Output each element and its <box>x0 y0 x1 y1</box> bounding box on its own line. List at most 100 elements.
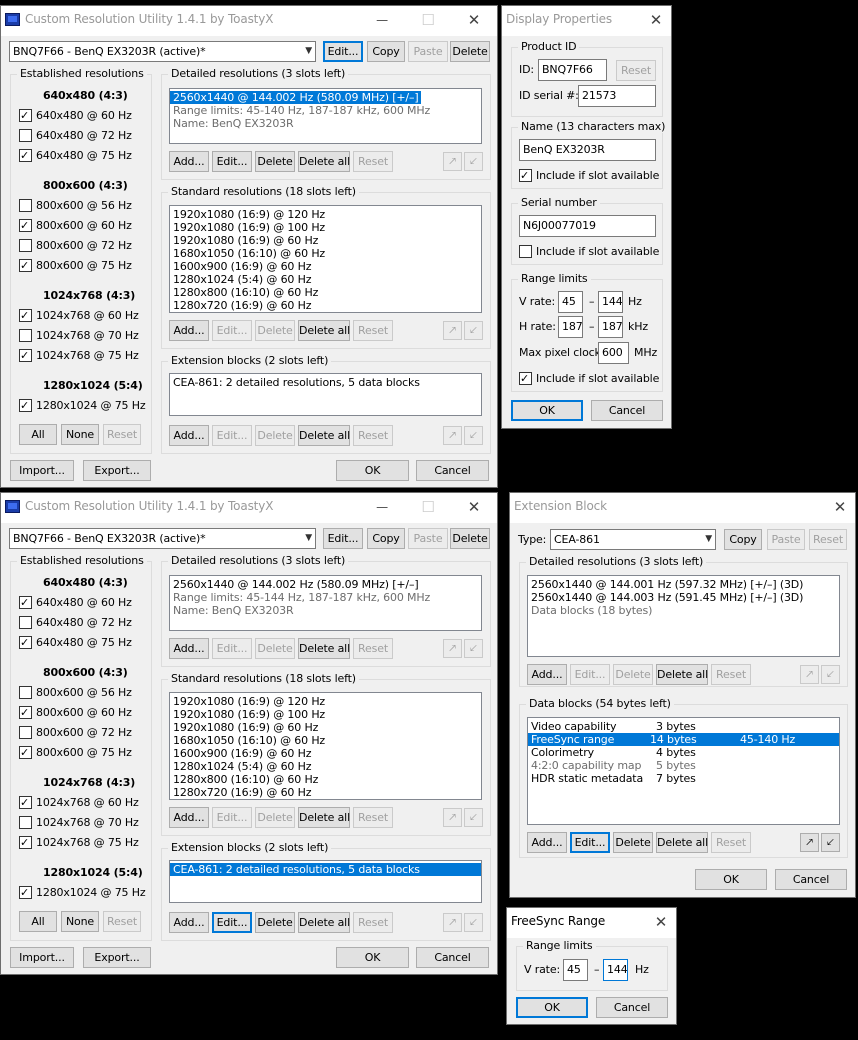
monitor-select[interactable]: BNQ7F66 - BenQ EX3203R (active)* ▼ <box>9 41 316 62</box>
name-field[interactable]: BenQ EX3203R <box>519 139 656 161</box>
established-checkbox[interactable]: 640x480 @ 60 Hz <box>19 596 132 609</box>
id-field[interactable]: BNQ7F66 <box>538 59 607 81</box>
add-extension-button[interactable]: Add... <box>169 912 209 933</box>
checkbox-box[interactable] <box>19 399 32 412</box>
established-checkbox[interactable]: 1024x768 @ 75 Hz <box>19 836 139 849</box>
move-up-icon[interactable]: 🡕 <box>800 833 819 852</box>
list-item[interactable]: CEA-861: 2 detailed resolutions, 5 data … <box>170 863 481 876</box>
edit-detailed-button[interactable]: Edit... <box>212 151 252 172</box>
v-min-field[interactable]: 45 <box>558 291 583 313</box>
delete-all-extension-button[interactable]: Delete all <box>298 425 350 446</box>
close-icon[interactable]: ✕ <box>641 8 671 32</box>
none-button[interactable]: None <box>61 424 99 445</box>
checkbox-box[interactable] <box>19 329 32 342</box>
export-button[interactable]: Export... <box>83 460 151 481</box>
ok-button[interactable]: OK <box>511 400 583 421</box>
checkbox-box[interactable] <box>519 372 532 385</box>
list-item[interactable]: 1920x1080 (16:9) @ 120 Hz <box>170 695 481 708</box>
checkbox-box[interactable] <box>19 816 32 829</box>
minimize-icon[interactable]: — <box>365 495 399 519</box>
export-button[interactable]: Export... <box>83 947 151 968</box>
checkbox-box[interactable] <box>19 239 32 252</box>
range-include-checkbox[interactable]: Include if slot available <box>519 372 659 385</box>
checkbox-box[interactable] <box>19 596 32 609</box>
checkbox-box[interactable] <box>19 259 32 272</box>
delete-all-standard-button[interactable]: Delete all <box>298 320 350 341</box>
copy-button[interactable]: Copy <box>724 529 762 550</box>
checkbox-box[interactable] <box>19 149 32 162</box>
clock-field[interactable]: 600 <box>598 342 629 364</box>
delete-all-standard-button[interactable]: Delete all <box>298 807 350 828</box>
edit-monitor-button[interactable]: Edit... <box>323 41 363 62</box>
extension-list[interactable]: CEA-861: 2 detailed resolutions, 5 data … <box>169 860 482 903</box>
type-select[interactable]: CEA-861 ▼ <box>550 529 716 550</box>
list-item[interactable]: 2560x1440 @ 144.002 Hz (580.09 MHz) [+/–… <box>170 91 422 104</box>
checkbox-box[interactable] <box>519 169 532 182</box>
data-block-row[interactable]: 4:2:0 capability map 5 bytes <box>528 759 839 772</box>
ext-detailed-list[interactable]: 2560x1440 @ 144.001 Hz (597.32 MHz) [+/–… <box>527 575 840 657</box>
established-checkbox[interactable]: 800x600 @ 60 Hz <box>19 219 132 232</box>
established-checkbox[interactable]: 800x600 @ 75 Hz <box>19 746 132 759</box>
list-item[interactable]: 1920x1080 (16:9) @ 100 Hz <box>170 708 481 721</box>
checkbox-box[interactable] <box>19 796 32 809</box>
minimize-icon[interactable]: — <box>365 8 399 32</box>
list-item[interactable]: 1600x900 (16:9) @ 60 Hz <box>170 260 481 273</box>
established-checkbox[interactable]: 800x600 @ 60 Hz <box>19 706 132 719</box>
list-item[interactable]: 1600x900 (16:9) @ 60 Hz <box>170 747 481 760</box>
list-item[interactable]: 1280x800 (16:10) @ 60 Hz <box>170 286 481 299</box>
cancel-button[interactable]: Cancel <box>596 997 668 1018</box>
established-checkbox[interactable]: 640x480 @ 75 Hz <box>19 636 132 649</box>
cancel-button[interactable]: Cancel <box>416 947 489 968</box>
list-item[interactable]: 2560x1440 @ 144.002 Hz (580.09 MHz) [+/–… <box>170 578 481 591</box>
detailed-list[interactable]: 2560x1440 @ 144.002 Hz (580.09 MHz) [+/–… <box>169 575 482 631</box>
add-detailed-button[interactable]: Add... <box>169 638 209 659</box>
id-serial-field[interactable]: 21573 <box>578 85 656 107</box>
established-checkbox[interactable]: 1280x1024 @ 75 Hz <box>19 399 146 412</box>
established-checkbox[interactable]: 640x480 @ 75 Hz <box>19 149 132 162</box>
delete-detailed-button[interactable]: Delete <box>255 151 295 172</box>
established-checkbox[interactable]: 640x480 @ 60 Hz <box>19 109 132 122</box>
delete-all-detailed-button[interactable]: Delete all <box>298 638 350 659</box>
established-checkbox[interactable]: 800x600 @ 72 Hz <box>19 239 132 252</box>
delete-all-detailed-button[interactable]: Delete all <box>298 151 350 172</box>
all-button[interactable]: All <box>19 424 57 445</box>
edit-extension-button[interactable]: Edit... <box>212 912 252 933</box>
established-checkbox[interactable]: 800x600 @ 72 Hz <box>19 726 132 739</box>
established-checkbox[interactable]: 1024x768 @ 70 Hz <box>19 329 139 342</box>
none-button[interactable]: None <box>61 911 99 932</box>
established-checkbox[interactable]: 1024x768 @ 70 Hz <box>19 816 139 829</box>
checkbox-box[interactable] <box>19 616 32 629</box>
v-min-field[interactable]: 45 <box>563 959 588 981</box>
v-max-field[interactable]: 144 <box>603 959 628 981</box>
checkbox-box[interactable] <box>19 109 32 122</box>
list-item[interactable]: 1280x1024 (5:4) @ 60 Hz <box>170 273 481 286</box>
checkbox-box[interactable] <box>19 309 32 322</box>
data-block-row[interactable]: Colorimetry 4 bytes <box>528 746 839 759</box>
extension-list[interactable]: CEA-861: 2 detailed resolutions, 5 data … <box>169 373 482 416</box>
delete-all-button[interactable]: Delete all <box>656 832 708 853</box>
monitor-select[interactable]: BNQ7F66 - BenQ EX3203R (active)* ▼ <box>9 528 316 549</box>
serial-include-checkbox[interactable]: Include if slot available <box>519 245 659 258</box>
ok-button[interactable]: OK <box>695 869 767 890</box>
detailed-list[interactable]: 2560x1440 @ 144.002 Hz (580.09 MHz) [+/–… <box>169 88 482 144</box>
checkbox-box[interactable] <box>519 245 532 258</box>
list-item[interactable]: 1280x1024 (5:4) @ 60 Hz <box>170 760 481 773</box>
ok-button[interactable]: OK <box>336 460 409 481</box>
checkbox-box[interactable] <box>19 886 32 899</box>
standard-list[interactable]: 1920x1080 (16:9) @ 120 Hz 1920x1080 (16:9… <box>169 205 482 313</box>
list-item[interactable]: 2560x1440 @ 144.003 Hz (591.45 MHz) [+/–… <box>528 591 839 604</box>
established-checkbox[interactable]: 640x480 @ 72 Hz <box>19 129 132 142</box>
delete-monitor-button[interactable]: Delete <box>450 41 490 62</box>
h-max-field[interactable]: 187 <box>598 316 623 338</box>
cancel-button[interactable]: Cancel <box>775 869 847 890</box>
list-item[interactable]: 1920x1080 (16:9) @ 60 Hz <box>170 234 481 247</box>
close-icon[interactable]: ✕ <box>825 495 855 519</box>
copy-button[interactable]: Copy <box>367 41 405 62</box>
delete-all-extension-button[interactable]: Delete all <box>298 912 350 933</box>
add-detailed-button[interactable]: Add... <box>169 151 209 172</box>
edit-button[interactable]: Edit... <box>570 832 610 853</box>
established-checkbox[interactable]: 1280x1024 @ 75 Hz <box>19 886 146 899</box>
checkbox-box[interactable] <box>19 746 32 759</box>
data-block-row[interactable]: HDR static metadata 7 bytes <box>528 772 839 785</box>
add-standard-button[interactable]: Add... <box>169 807 209 828</box>
